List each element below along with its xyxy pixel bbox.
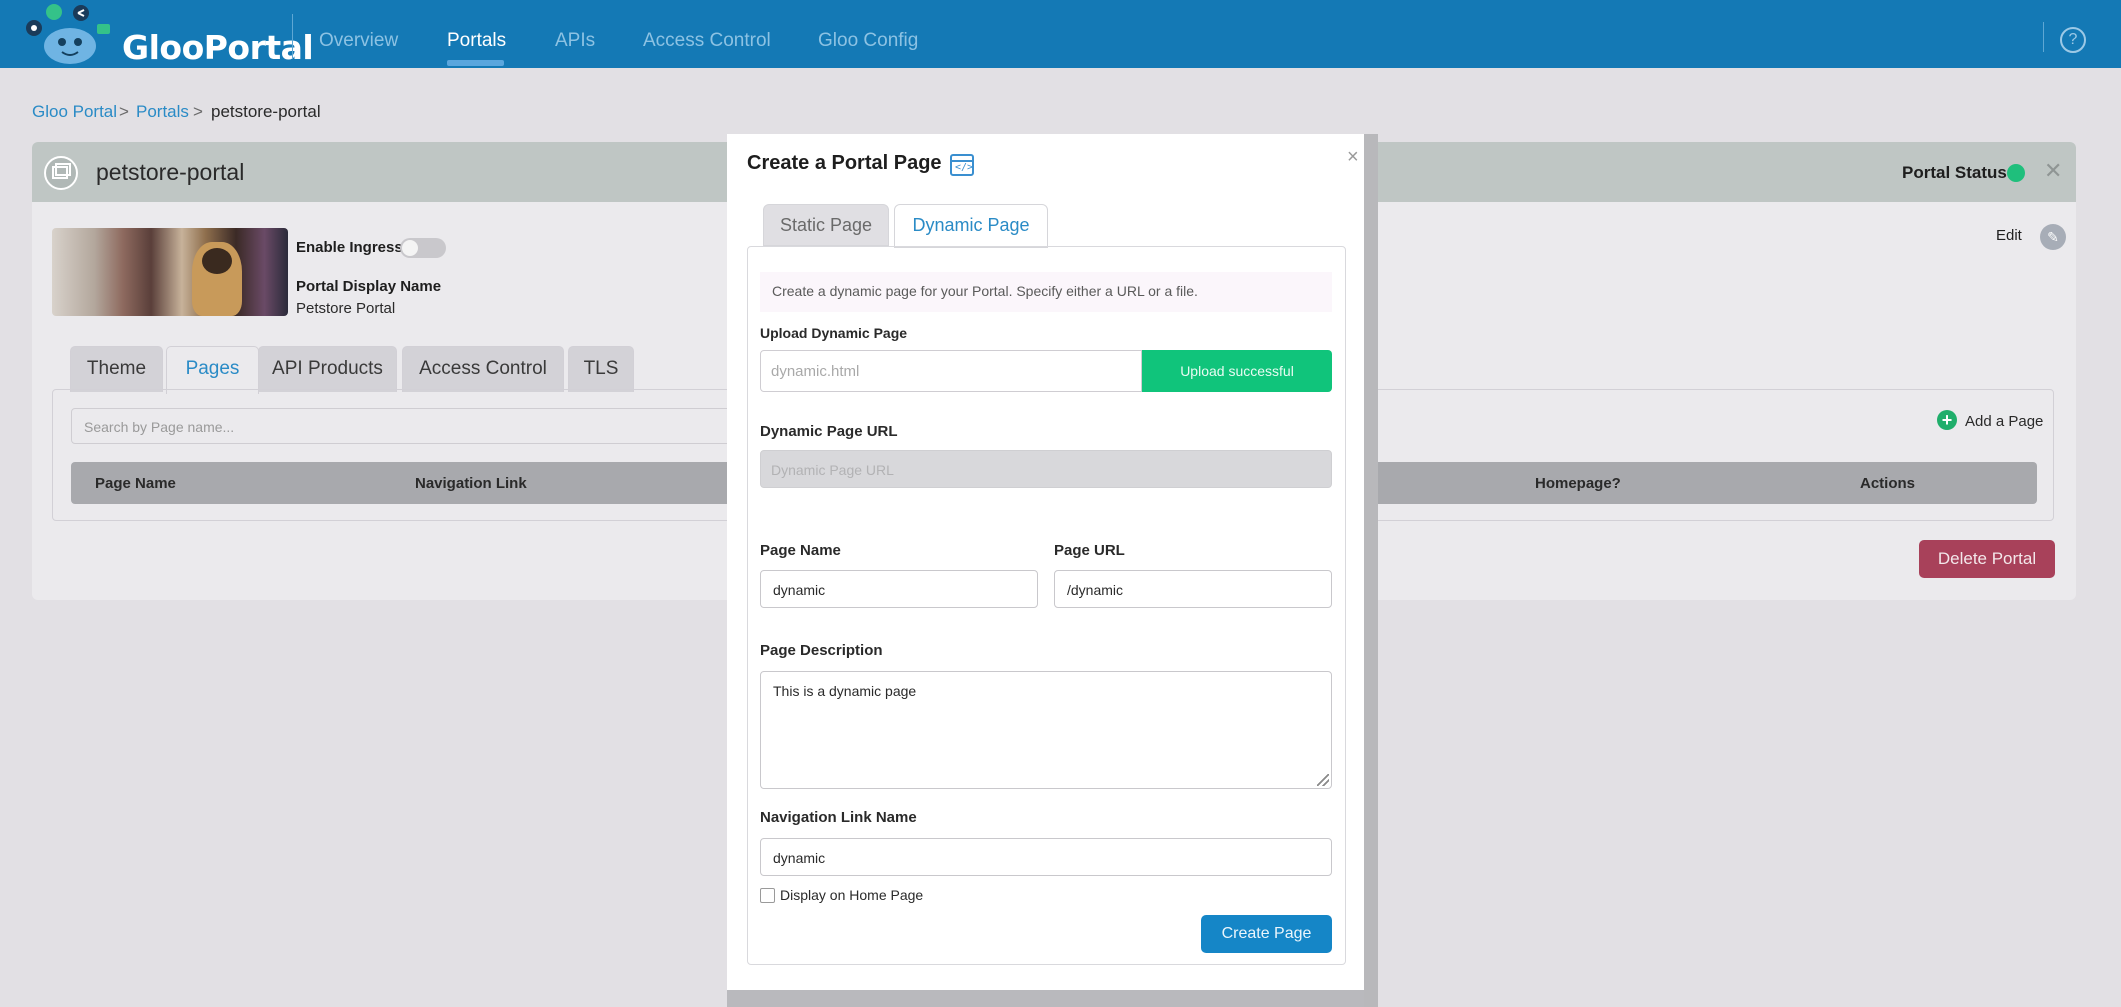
modal-title: Create a Portal Page xyxy=(747,152,942,174)
glooportal-logo[interactable]: GlooPortal xyxy=(22,2,314,67)
breadcrumb-current: petstore-portal xyxy=(211,102,321,121)
add-page-plus-icon[interactable]: + xyxy=(1937,410,1957,430)
portal-banner-image xyxy=(52,228,288,316)
info-message: Create a dynamic page for your Portal. S… xyxy=(760,272,1332,312)
portal-status-label: Portal Status xyxy=(1902,163,2007,182)
modal-scrollbar[interactable] xyxy=(1364,134,1378,1007)
create-portal-page-modal: Create a Portal Page </> × Static Page D… xyxy=(727,134,1364,990)
nav-right-divider xyxy=(2043,22,2044,52)
nav-link-label: Navigation Link Name xyxy=(760,809,917,826)
tab-static-page[interactable]: Static Page xyxy=(763,204,889,246)
tab-tls[interactable]: TLS xyxy=(568,346,634,392)
nav-link-input[interactable]: dynamic xyxy=(760,838,1332,876)
nav-apis[interactable]: APIs xyxy=(555,30,595,52)
dynamic-url-input[interactable]: Dynamic Page URL xyxy=(760,450,1332,488)
upload-status-button[interactable]: Upload successful xyxy=(1142,350,1332,392)
column-navigation-link[interactable]: Navigation Link xyxy=(415,475,527,492)
help-icon[interactable]: ? xyxy=(2060,27,2086,53)
column-homepage[interactable]: Homepage? xyxy=(1535,475,1621,492)
page-description-text: This is a dynamic page xyxy=(773,683,917,699)
portal-icon xyxy=(44,156,78,190)
resize-handle-icon[interactable] xyxy=(1317,774,1329,786)
modal-bottom-edge xyxy=(727,990,1364,1007)
page-search-input[interactable]: Search by Page name... xyxy=(71,408,771,444)
card-close-icon[interactable]: ✕ xyxy=(2044,158,2062,184)
upload-file-field[interactable]: dynamic.html xyxy=(760,350,1142,392)
gloo-mascot-icon xyxy=(26,4,110,64)
nav-divider xyxy=(292,14,293,58)
tab-dynamic-page[interactable]: Dynamic Page xyxy=(894,204,1048,248)
breadcrumb-gloo-portal[interactable]: Gloo Portal xyxy=(32,102,117,122)
add-page-button[interactable]: Add a Page xyxy=(1965,413,2043,430)
page-url-label: Page URL xyxy=(1054,542,1125,559)
dynamic-page-form: Create a dynamic page for your Portal. S… xyxy=(747,246,1346,965)
edit-icon[interactable]: ✎ xyxy=(2040,224,2066,250)
top-navigation-bar: GlooPortal Overview Portals APIs Access … xyxy=(0,0,2121,68)
enable-ingress-label: Enable Ingress xyxy=(296,239,403,256)
tab-api-products[interactable]: API Products xyxy=(258,346,397,392)
page-url-input[interactable]: /dynamic xyxy=(1054,570,1332,608)
tab-access-control[interactable]: Access Control xyxy=(402,346,564,392)
column-page-name[interactable]: Page Name xyxy=(95,475,176,492)
page-description-label: Page Description xyxy=(760,642,883,659)
column-actions: Actions xyxy=(1860,475,1916,492)
enable-ingress-toggle[interactable] xyxy=(400,238,446,258)
nav-gloo-config[interactable]: Gloo Config xyxy=(818,30,918,52)
page-name-label: Page Name xyxy=(760,542,841,559)
edit-label[interactable]: Edit xyxy=(1996,227,2022,244)
breadcrumb-separator: > xyxy=(193,102,203,121)
delete-portal-button[interactable]: Delete Portal xyxy=(1919,540,2055,578)
close-icon[interactable]: × xyxy=(1347,146,1359,169)
display-name-value: Petstore Portal xyxy=(296,300,396,317)
breadcrumb-portals[interactable]: Portals xyxy=(136,102,189,122)
code-window-icon: </> xyxy=(950,154,974,176)
display-name-label: Portal Display Name xyxy=(296,278,442,295)
logo-text: GlooPortal xyxy=(122,28,314,67)
nav-active-indicator xyxy=(447,60,504,66)
display-on-home-label[interactable]: Display on Home Page xyxy=(780,887,923,903)
portal-title: petstore-portal xyxy=(96,159,245,185)
page-description-textarea[interactable]: This is a dynamic page xyxy=(760,671,1332,789)
portal-status-indicator xyxy=(2007,164,2025,182)
display-on-home-checkbox[interactable] xyxy=(760,888,775,903)
nav-portals[interactable]: Portals xyxy=(447,30,506,52)
page-name-input[interactable]: dynamic xyxy=(760,570,1038,608)
create-page-button[interactable]: Create Page xyxy=(1201,915,1332,953)
tab-theme[interactable]: Theme xyxy=(70,346,163,392)
tab-pages[interactable]: Pages xyxy=(166,346,259,394)
upload-label: Upload Dynamic Page xyxy=(760,325,908,341)
nav-access-control[interactable]: Access Control xyxy=(643,30,771,52)
breadcrumb-separator: > xyxy=(119,102,129,121)
nav-overview[interactable]: Overview xyxy=(319,30,398,52)
dynamic-url-label: Dynamic Page URL xyxy=(760,423,898,440)
